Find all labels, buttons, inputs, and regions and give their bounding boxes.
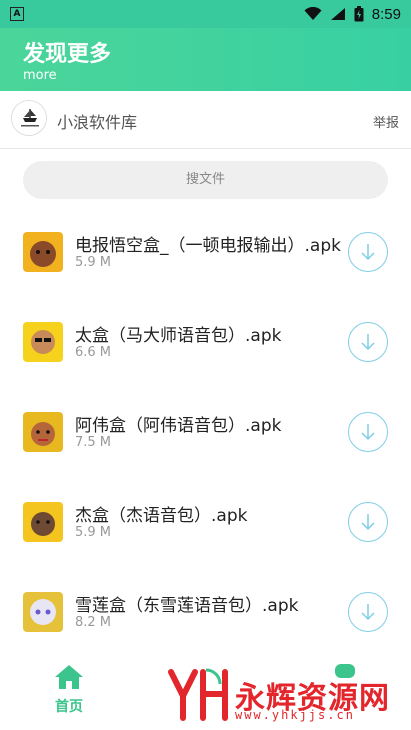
download-button[interactable]: [348, 322, 388, 362]
download-arrow-icon: [361, 244, 375, 261]
app-notification-icon: A: [10, 7, 24, 21]
signal-icon: [330, 8, 345, 20]
wifi-icon: [304, 7, 322, 20]
status-bar: A 8:59: [0, 0, 411, 28]
watermark-url: www.yhkjjs.cn: [235, 708, 355, 722]
anime-thumbnail-icon: [30, 599, 56, 625]
page-subtitle: more: [23, 68, 57, 83]
list-item[interactable]: 电报悟空盒_（一顿电报输出）.apk 5.9 M: [0, 202, 411, 292]
list-item[interactable]: 雪莲盒（东雪莲语音包）.apk 8.2 M: [0, 562, 411, 652]
account-name[interactable]: 小浪软件库: [57, 109, 137, 133]
home-icon: [55, 665, 83, 689]
report-link[interactable]: 举报: [373, 112, 399, 131]
file-name: 太盒（马大师语音包）.apk: [75, 326, 282, 346]
download-arrow-icon: [361, 514, 375, 531]
file-size: 8.2 M: [75, 615, 112, 630]
watermark-logo-icon: [168, 669, 228, 721]
file-name: 杰盒（杰语音包）.apk: [75, 506, 248, 526]
file-thumbnail: [23, 232, 63, 272]
nav-home-label: 首页: [55, 699, 83, 715]
file-thumbnail: [23, 322, 63, 362]
file-name: 雪莲盒（东雪莲语音包）.apk: [75, 596, 299, 616]
download-button[interactable]: [348, 412, 388, 452]
file-size: 6.6 M: [75, 345, 112, 360]
file-thumbnail: [23, 592, 63, 632]
download-button[interactable]: [348, 502, 388, 542]
list-item[interactable]: 太盒（马大师语音包）.apk 6.6 M: [0, 292, 411, 382]
download-button[interactable]: [348, 592, 388, 632]
face-thumbnail-icon: [31, 422, 55, 446]
file-name: 阿伟盒（阿伟语音包）.apk: [75, 416, 282, 436]
file-size: 5.9 M: [75, 255, 112, 270]
face-thumbnail-icon: [30, 241, 56, 267]
download-arrow-icon: [361, 604, 375, 621]
search-input[interactable]: 搜文件: [23, 161, 388, 199]
watermark: 永辉资源网 www.yhkjjs.cn: [163, 660, 393, 730]
list-item[interactable]: 杰盒（杰语音包）.apk 5.9 M: [0, 472, 411, 562]
account-row[interactable]: 小浪软件库 举报: [0, 91, 411, 149]
nav-home[interactable]: 首页: [46, 664, 92, 716]
page-title: 发现更多: [23, 42, 112, 67]
face-thumbnail-icon: [31, 512, 55, 536]
file-thumbnail: [23, 412, 63, 452]
file-size: 5.9 M: [75, 525, 112, 540]
status-icons: 8:59: [304, 4, 401, 24]
file-name: 电报悟空盒_（一顿电报输出）.apk: [75, 236, 341, 256]
list-item[interactable]: 阿伟盒（阿伟语音包）.apk 7.5 M: [0, 382, 411, 472]
clock: 8:59: [371, 5, 401, 23]
download-arrow-icon: [361, 334, 375, 351]
ship-logo-icon: [12, 101, 46, 135]
download-arrow-icon: [361, 424, 375, 441]
file-size: 7.5 M: [75, 435, 112, 450]
face-thumbnail-icon: [31, 330, 55, 354]
download-button[interactable]: [348, 232, 388, 272]
page-header: 发现更多 more: [0, 28, 411, 91]
avatar[interactable]: [11, 100, 47, 136]
file-thumbnail: [23, 502, 63, 542]
battery-icon: [354, 6, 364, 22]
